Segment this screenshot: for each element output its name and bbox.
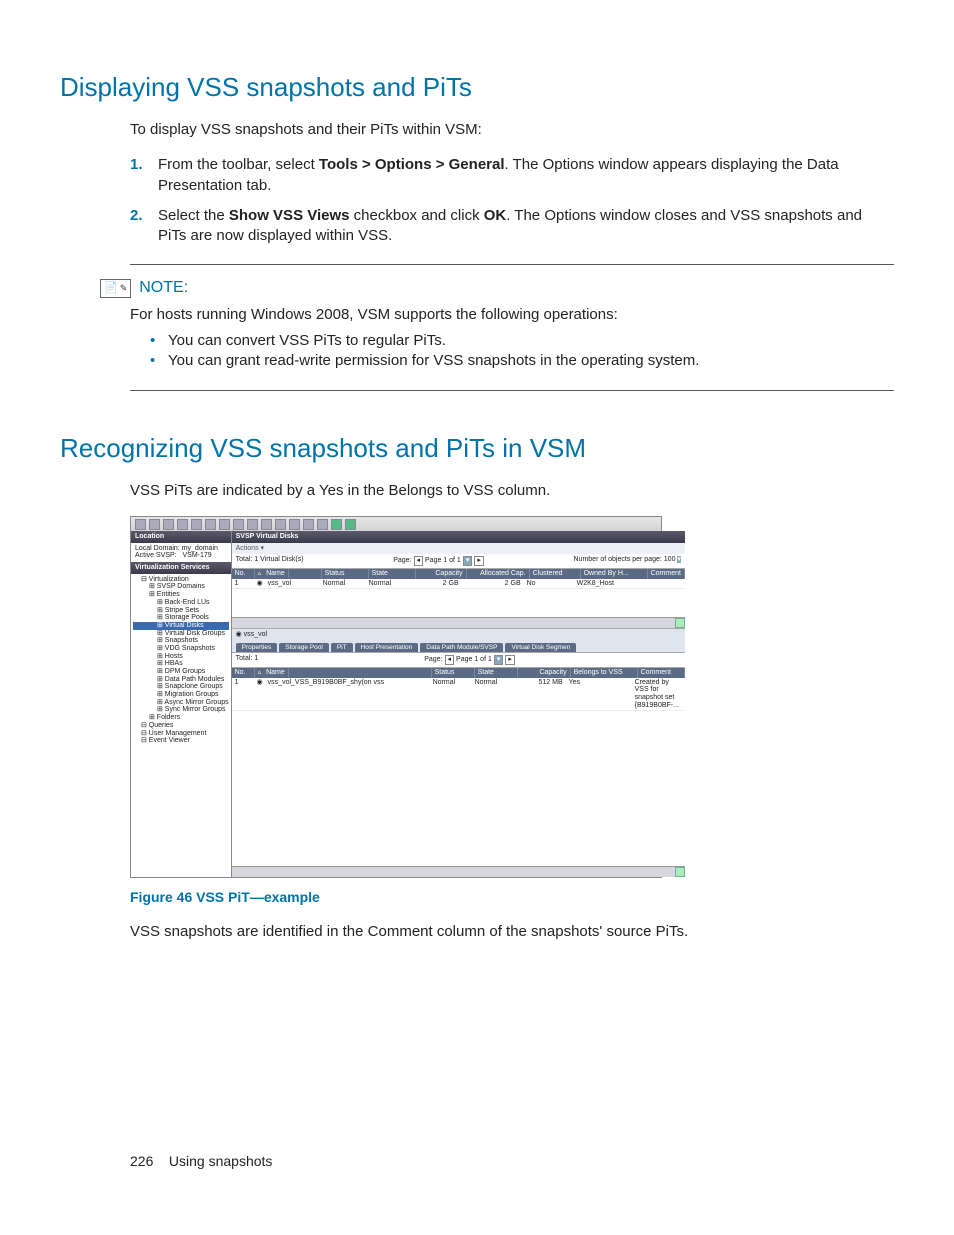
nav-tree[interactable]: ⊟ Virtualization⊞ SVSP Domains⊞ Entities… <box>131 574 231 877</box>
tree-item[interactable]: ⊞ Virtual Disks <box>133 622 229 630</box>
list-item: You can grant read-write permission for … <box>150 351 894 371</box>
step-number: 2. <box>130 206 158 247</box>
note-label: NOTE: <box>139 277 188 299</box>
tab-pit[interactable]: PiT <box>331 643 353 652</box>
location-header: Location <box>131 531 231 543</box>
tree-item[interactable]: ⊞ Snapclone Groups <box>133 683 229 691</box>
step-body: Select the Show VSS Views checkbox and c… <box>158 206 894 247</box>
table-row[interactable]: 1 ◉ vss_vol_VSS_B919B0BF_shy(on vss Norm… <box>232 678 685 712</box>
location-body: Local Domain: my_domain Active SVSP: VSM… <box>131 543 231 562</box>
tree-item[interactable]: ⊟ Virtualization <box>133 576 229 584</box>
divider <box>130 390 894 391</box>
tree-item[interactable]: ⊞ Virtual Disk Groups <box>133 630 229 638</box>
intro-text: To display VSS snapshots and their PiTs … <box>130 120 894 140</box>
tree-item[interactable]: ⊞ Entities <box>133 591 229 599</box>
tab-host-presentation[interactable]: Host Presentation <box>355 643 419 652</box>
tree-item[interactable]: ⊞ SVSP Domains <box>133 583 229 591</box>
actions-menu[interactable]: Actions ▾ <box>232 543 685 555</box>
tree-item[interactable]: ⊞ Storage Pools <box>133 614 229 622</box>
list-item: You can convert VSS PiTs to regular PiTs… <box>150 331 894 351</box>
note-intro: For hosts running Windows 2008, VSM supp… <box>130 305 894 325</box>
detail-summary: Total: 1 Page:◂Page 1 of 1▾▸ <box>232 652 685 668</box>
tree-item[interactable]: ⊞ Async Mirror Groups <box>133 699 229 707</box>
tree-item[interactable]: ⊞ Back-End LUs <box>133 599 229 607</box>
tree-item[interactable]: ⊟ User Management <box>133 730 229 738</box>
tree-item[interactable]: ⊞ Stripe Sets <box>133 607 229 615</box>
detail-tabs[interactable]: Properties Storage Pool PiT Host Present… <box>232 641 685 652</box>
tab-vd-segments[interactable]: Virtual Disk Segmen <box>505 643 576 652</box>
detail-table-header[interactable]: No. ▵ Name Status State Capacity Belongs… <box>232 668 685 678</box>
note-bullets: You can convert VSS PiTs to regular PiTs… <box>130 331 894 372</box>
scrollbar[interactable] <box>232 866 685 877</box>
tree-item[interactable]: ⊟ Event Viewer <box>133 737 229 745</box>
after-figure-text: VSS snapshots are identified in the Comm… <box>130 922 894 942</box>
note-icon: 📄✎ <box>100 279 131 298</box>
page-footer: 226 Using snapshots <box>130 1152 894 1171</box>
tree-item[interactable]: ⊞ Hosts <box>133 653 229 661</box>
summary-bar: Total: 1 Virtual Disk(s) Page:◂Page 1 of… <box>232 554 685 569</box>
tree-item[interactable]: ⊞ DPM Groups <box>133 668 229 676</box>
tree-item[interactable]: ⊞ Sync Mirror Groups <box>133 706 229 714</box>
tree-item[interactable]: ⊞ Snapshots <box>133 637 229 645</box>
step-body: From the toolbar, select Tools > Options… <box>158 155 894 196</box>
tab-dpm-svsp[interactable]: Data Path Module/SVSP <box>420 643 503 652</box>
steps-list: 1. From the toolbar, select Tools > Opti… <box>130 155 894 246</box>
table-row[interactable]: 1 ◉ vss_vol Normal Normal 2 GB 2 GB No W… <box>232 579 685 590</box>
scrollbar[interactable] <box>232 617 685 628</box>
note-block: 📄✎ NOTE: For hosts running Windows 2008,… <box>130 264 894 390</box>
tree-item[interactable]: ⊞ Data Path Modules <box>133 676 229 684</box>
tree-item[interactable]: ⊞ HBAs <box>133 660 229 668</box>
breadcrumb: SVSP Virtual Disks <box>232 531 685 543</box>
heading-displaying: Displaying VSS snapshots and PiTs <box>60 70 894 105</box>
tree-item[interactable]: ⊞ Folders <box>133 714 229 722</box>
intro-text: VSS PiTs are indicated by a Yes in the B… <box>130 481 894 501</box>
tab-properties[interactable]: Properties <box>236 643 278 652</box>
heading-recognizing: Recognizing VSS snapshots and PiTs in VS… <box>60 431 894 466</box>
divider <box>130 264 894 265</box>
tree-item[interactable]: ⊞ VDG Snapshots <box>133 645 229 653</box>
tab-storage-pool[interactable]: Storage Pool <box>279 643 329 652</box>
tree-item[interactable]: ⊞ Migration Groups <box>133 691 229 699</box>
step-number: 1. <box>130 155 158 196</box>
vsm-screenshot: Location Local Domain: my_domain Active … <box>130 516 662 878</box>
toolbar[interactable] <box>131 517 661 531</box>
table-header[interactable]: No. ▵ Name Status State Capacity Allocat… <box>232 569 685 579</box>
tree-item[interactable]: ⊟ Queries <box>133 722 229 730</box>
vs-header: Virtualization Services <box>131 562 231 574</box>
detail-header: ◉ vss_vol <box>232 628 685 641</box>
figure-caption: Figure 46 VSS PiT—example <box>130 888 894 907</box>
